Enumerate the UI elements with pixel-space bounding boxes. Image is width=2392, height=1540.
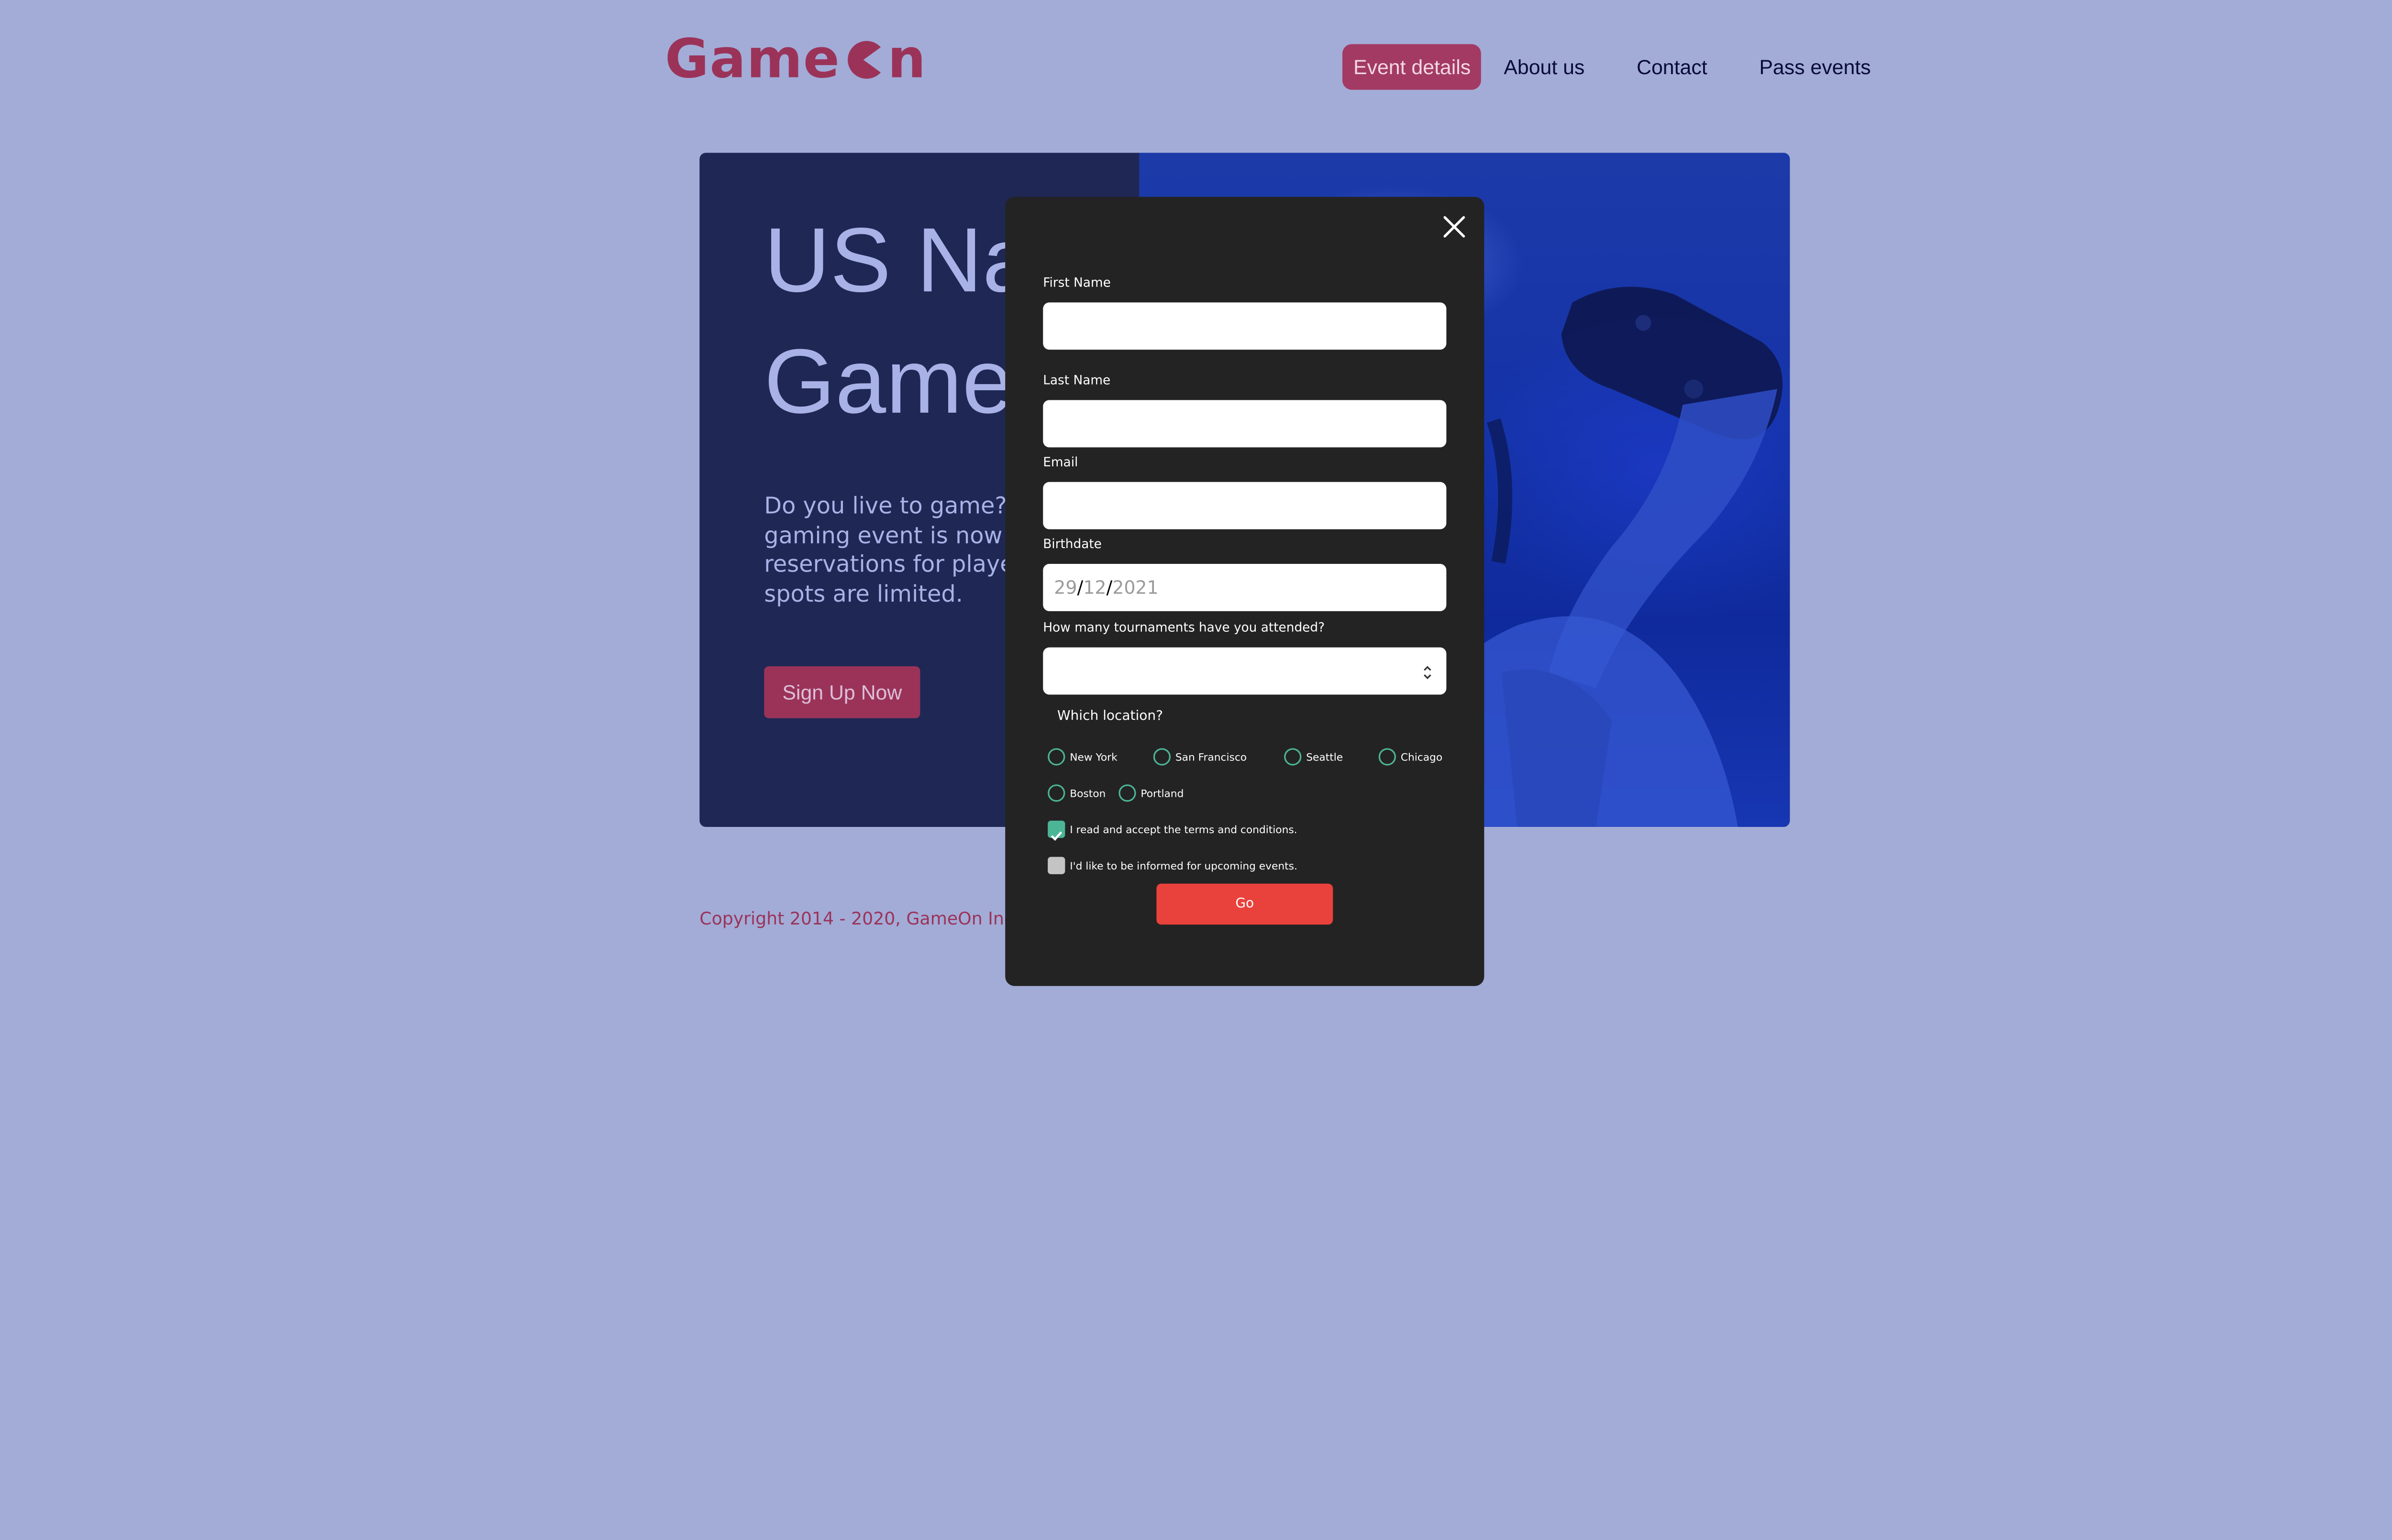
location-option-label: Boston xyxy=(1070,787,1106,800)
logo[interactable]: Game n xyxy=(665,28,927,91)
checkbox-checked-icon[interactable] xyxy=(1048,820,1065,841)
logo-text-right: n xyxy=(887,28,927,92)
newsletter-checkbox[interactable]: I'd like to be informed for upcoming eve… xyxy=(1048,857,1297,874)
newsletter-label: I'd like to be informed for upcoming eve… xyxy=(1070,859,1297,872)
date-separator: / xyxy=(1077,576,1084,599)
first-name-input[interactable] xyxy=(1043,302,1447,350)
nav-pass-events[interactable]: Pass events xyxy=(1748,44,1882,89)
location-option-boston[interactable]: Boston xyxy=(1048,784,1106,802)
birthdate-year: 2021 xyxy=(1112,576,1159,599)
location-option-label: Seattle xyxy=(1306,750,1343,763)
radio-icon[interactable] xyxy=(1048,784,1065,802)
first-name-label: First Name xyxy=(1043,275,1111,290)
location-option-label: New York xyxy=(1070,750,1118,763)
location-option-portland[interactable]: Portland xyxy=(1118,784,1184,802)
last-name-input[interactable] xyxy=(1043,400,1447,448)
tournaments-input[interactable] xyxy=(1043,647,1447,695)
birthdate-label: Birthdate xyxy=(1043,537,1102,551)
registration-modal: First Name Last Name Email Birthdate 29 … xyxy=(1005,197,1484,986)
location-option-san-francisco[interactable]: San Francisco xyxy=(1153,748,1247,766)
location-option-label: San Francisco xyxy=(1175,750,1247,763)
nav-event-details[interactable]: Event details xyxy=(1342,43,1482,89)
email-input[interactable] xyxy=(1043,482,1447,529)
location-option-chicago[interactable]: Chicago xyxy=(1378,748,1443,766)
tournaments-label: How many tournaments have you attended? xyxy=(1043,620,1325,635)
birthdate-input[interactable]: 29 / 12 / 2021 xyxy=(1043,564,1447,611)
copyright-text: Copyright 2014 - 2020, GameOn Inc. xyxy=(699,909,1019,930)
terms-checkbox[interactable]: I read and accept the terms and conditio… xyxy=(1048,820,1297,841)
radio-icon[interactable] xyxy=(1153,748,1171,766)
checkbox-unchecked-icon[interactable] xyxy=(1048,857,1065,874)
radio-icon[interactable] xyxy=(1048,748,1065,766)
terms-label: I read and accept the terms and conditio… xyxy=(1070,823,1297,836)
close-icon[interactable] xyxy=(1443,216,1465,238)
location-option-new-york[interactable]: New York xyxy=(1048,748,1118,766)
location-option-label: Portland xyxy=(1141,787,1184,800)
number-spinner-icon[interactable] xyxy=(1421,663,1434,682)
email-label: Email xyxy=(1043,455,1078,470)
main-nav: Event details About us Contact Pass even… xyxy=(1342,43,1912,90)
submit-button[interactable]: Go xyxy=(1156,883,1333,925)
sign-up-button[interactable]: Sign Up Now xyxy=(764,666,920,718)
logo-text-left: Game xyxy=(664,28,841,92)
location-option-label: Chicago xyxy=(1400,750,1443,763)
birthdate-month: 12 xyxy=(1083,576,1107,599)
location-option-seattle[interactable]: Seattle xyxy=(1284,748,1343,766)
radio-icon[interactable] xyxy=(1284,748,1302,766)
radio-icon[interactable] xyxy=(1118,784,1136,802)
pacman-icon xyxy=(848,41,882,79)
birthdate-day: 29 xyxy=(1054,576,1077,599)
radio-icon[interactable] xyxy=(1378,748,1396,766)
nav-contact[interactable]: Contact xyxy=(1626,44,1718,89)
date-separator: / xyxy=(1106,576,1113,599)
last-name-label: Last Name xyxy=(1043,373,1111,388)
nav-about-us[interactable]: About us xyxy=(1493,44,1595,89)
location-label: Which location? xyxy=(1057,709,1163,725)
